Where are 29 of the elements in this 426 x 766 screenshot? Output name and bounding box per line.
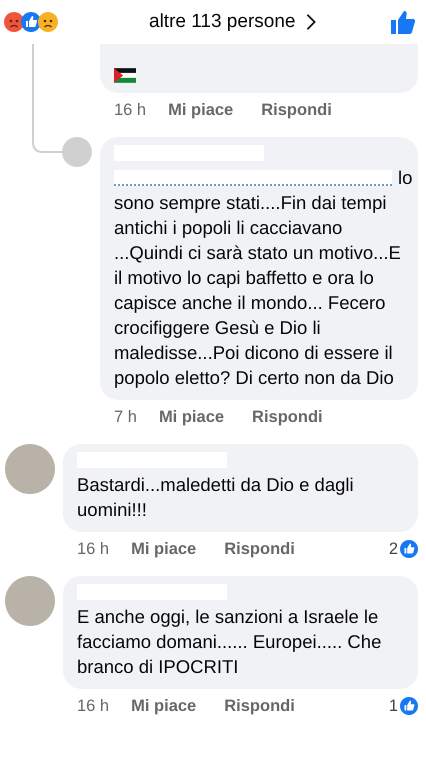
thumbs-up-icon: [400, 697, 418, 715]
reply-link[interactable]: Rispondi: [252, 408, 323, 426]
reactions-summary[interactable]: altre 113 persone: [149, 11, 296, 33]
reply-link[interactable]: Rispondi: [261, 100, 332, 120]
timestamp: 16 h: [114, 100, 146, 120]
reply-link[interactable]: Rispondi: [224, 540, 295, 558]
avatar[interactable]: [62, 137, 92, 167]
like-link[interactable]: Mi piace: [158, 408, 224, 426]
like-link[interactable]: Mi piace: [131, 696, 196, 716]
comment-text: sono sempre stati....Fin dai tempi antichi i popoli li cacciavano ...Quindi ci sarà stato un motivo...E il motivo lo capi baffetto e ora lo capisce anche il mondo... Fecero crocifiggere Gesù e Dio li maledisse...Poi dicono di essere il popolo eletto? Di certo non da Dio: [114, 191, 402, 390]
like-link[interactable]: Mi piace: [168, 100, 234, 120]
avatar[interactable]: [5, 444, 55, 494]
palestine-flag-icon: [114, 68, 136, 83]
avatar[interactable]: [5, 576, 55, 626]
like-count: 1: [388, 696, 398, 716]
comment-text: E anche oggi, le sanzioni a Israele le facciamo domani...... Europei..... Che branco di IPOCRITI: [77, 605, 382, 679]
chevron-right-icon[interactable]: [305, 13, 318, 31]
like-link[interactable]: Mi piace: [131, 540, 196, 558]
timestamp: 16 h: [77, 696, 110, 716]
reply-link[interactable]: Rispondi: [224, 696, 295, 716]
thumbs-up-icon[interactable]: [390, 9, 416, 35]
timestamp: 7 h: [114, 408, 137, 426]
thumbs-up-icon: [21, 12, 41, 32]
timestamp: 16 h: [77, 540, 110, 558]
angry-face-icon: [4, 12, 24, 32]
comment-text: lo: [398, 166, 412, 190]
thumbs-up-icon: [400, 540, 418, 558]
comment-text: Bastardi...maledetti da Dio e dagli uomini!!!: [77, 473, 355, 522]
like-count: 2: [388, 540, 398, 558]
